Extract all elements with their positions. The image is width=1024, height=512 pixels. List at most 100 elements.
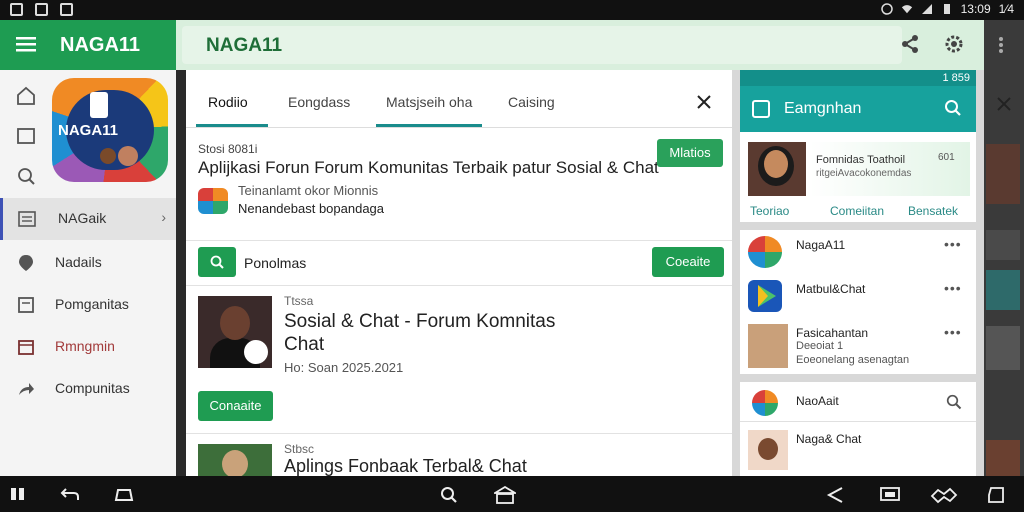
list-item[interactable]: Matbul&Chat ••• xyxy=(740,274,976,320)
title-field[interactable] xyxy=(182,26,902,64)
search-icon[interactable] xyxy=(440,486,458,504)
profile-image xyxy=(748,142,806,196)
card-link[interactable]: Comeiitan xyxy=(830,204,884,218)
sidebar-item-label: Rmngmin xyxy=(55,338,115,354)
status-indicators: 13:09 1⁄4 xyxy=(880,2,1014,16)
menu-icon[interactable] xyxy=(16,36,36,52)
chat-search-header: NaoAait xyxy=(740,382,976,422)
create-button[interactable]: Coeaite xyxy=(652,247,724,277)
more-horiz-icon[interactable]: ••• xyxy=(944,280,962,296)
chat-name: Naga& Chat xyxy=(796,432,862,446)
home-icon[interactable] xyxy=(114,486,134,502)
play-store-icon xyxy=(758,285,776,307)
right-panel-header: Eamgnhan xyxy=(740,86,976,132)
sidebar: NAGA11 NAGaik › Nadails Pomganitas Rmngm… xyxy=(0,70,176,476)
wifi-icon xyxy=(901,5,912,14)
app-name: NAGA11 xyxy=(60,34,141,56)
thumbnail xyxy=(986,270,1020,310)
back-icon[interactable] xyxy=(60,486,80,502)
calendar-icon xyxy=(18,340,34,355)
right-featured-card[interactable]: Fomnidas Toathoil ritgeiAvacokonemdas 60… xyxy=(740,132,976,222)
bookmark-icon[interactable] xyxy=(986,486,1006,504)
forward-arrow-icon xyxy=(19,383,34,395)
tab-eongdass[interactable]: Eongdass xyxy=(288,94,350,110)
page-title: NAGA11 xyxy=(206,35,283,56)
sidebar-item-nadails[interactable]: Nadails xyxy=(0,242,176,284)
more-horiz-icon[interactable]: ••• xyxy=(944,324,962,340)
screen-icon[interactable] xyxy=(880,486,900,502)
featured-description: Nenandebast bopandaga xyxy=(238,201,385,216)
gear-icon[interactable] xyxy=(944,34,964,54)
embedded-status-time: 1 859 xyxy=(942,72,970,84)
card-link[interactable]: Teoriao xyxy=(750,204,789,218)
recents-icon[interactable] xyxy=(10,486,26,502)
post-meta: Ho: Soan 2025.2021 xyxy=(284,360,404,375)
sidebar-item-label: Nadails xyxy=(55,254,102,270)
right-panel: 1 859 Eamgnhan Fomnidas Toathoil ritgeiA… xyxy=(732,70,984,476)
close-icon[interactable] xyxy=(996,96,1012,112)
search-icon[interactable] xyxy=(946,394,962,410)
chevron-right-icon: › xyxy=(161,209,166,225)
featured-badge-button[interactable]: Mlatios xyxy=(657,139,723,167)
more-horiz-icon[interactable]: ••• xyxy=(944,236,962,252)
home-icon[interactable] xyxy=(16,86,36,106)
search-icon[interactable] xyxy=(16,166,36,186)
sidebar-item-label: Compunitas xyxy=(55,380,130,396)
sidebar-item-label: NAGaik xyxy=(58,210,107,226)
tab-matsjseih[interactable]: Matsjseih oha xyxy=(386,94,472,110)
share-icon[interactable] xyxy=(900,34,920,54)
search-button[interactable] xyxy=(198,247,236,277)
post-title: Aplings Fonbaak Terbal& Chat xyxy=(284,456,527,476)
sidebar-item-nagaik[interactable]: NAGaik › xyxy=(0,198,176,240)
post-card[interactable]: Ttssa Sosial & Chat - Forum Komnitas Cha… xyxy=(186,286,732,434)
search-icon xyxy=(210,255,224,269)
search-text[interactable]: Ponolmas xyxy=(244,255,306,271)
post-button[interactable]: Conaaite xyxy=(198,391,273,421)
alarm-icon xyxy=(880,3,893,15)
sidebar-item-label: Pomganitas xyxy=(55,296,129,312)
notification-icon xyxy=(35,3,48,16)
post-card[interactable]: Stbsc Aplings Fonbaak Terbal& Chat xyxy=(186,434,732,478)
avatar xyxy=(748,324,788,368)
logo-text: NAGA11 xyxy=(58,122,119,139)
post-title: Sosial & Chat - Forum Komnitas Chat xyxy=(284,311,556,355)
chat-header-name: NaoAait xyxy=(796,394,839,408)
card-line-2: ritgeiAvacokonemdas xyxy=(816,168,912,179)
post-kicker: Stbsc xyxy=(284,442,315,456)
status-time: 13:09 xyxy=(960,2,991,16)
chat-item[interactable]: Naga& Chat xyxy=(740,426,976,476)
sidebar-item-pomganitas[interactable]: Pomganitas xyxy=(0,284,176,326)
extra-indicator: 1⁄4 xyxy=(998,2,1014,16)
featured-card[interactable]: Stosi 8081i Aplijkasi Forun Forum Komuni… xyxy=(186,128,732,240)
right-panel-title: Eamgnhan xyxy=(784,100,862,117)
thumbnail xyxy=(986,230,1020,260)
chat-bubble-icon[interactable] xyxy=(930,486,958,504)
list-item-name: Fasicahantan xyxy=(796,326,869,340)
featured-logo xyxy=(198,188,228,214)
sidebar-item-rmngmin[interactable]: Rmngmin xyxy=(0,326,176,368)
right-chat-card: NaoAait Naga& Chat xyxy=(740,382,976,476)
featured-headline: Aplijkasi Forun Forum Komunitas Terbaik … xyxy=(198,158,659,177)
close-icon[interactable] xyxy=(696,94,712,110)
sidebar-item-compunitas[interactable]: Compunitas xyxy=(0,368,176,410)
list-item[interactable]: NagaA11 ••• xyxy=(740,230,976,276)
list-item-subtitle: Deeoiat 1 xyxy=(796,340,844,352)
list-item-name: Matbul&Chat xyxy=(796,282,866,296)
card-link[interactable]: Bensatek xyxy=(908,204,958,218)
post-kicker: Ttssa xyxy=(284,294,314,308)
list-item[interactable]: Fasicahantan Deeoiat 1 Eoeonelang asenag… xyxy=(740,318,976,374)
status-notifications xyxy=(10,3,73,16)
tab-indicator xyxy=(376,124,482,127)
image-notification-icon xyxy=(60,3,73,16)
list-item-name: NagaA11 xyxy=(796,238,846,252)
share-icon[interactable] xyxy=(826,486,844,504)
card-line-1: Fomnidas Toathoil xyxy=(816,154,906,166)
more-vert-icon[interactable] xyxy=(998,36,1004,54)
tab-rodiio[interactable]: Rodiio xyxy=(208,94,248,110)
store-icon[interactable] xyxy=(494,486,516,504)
tab-caising[interactable]: Caising xyxy=(508,94,555,110)
system-nav-bar xyxy=(0,476,1024,512)
search-icon[interactable] xyxy=(944,99,962,117)
window-icon[interactable] xyxy=(16,126,36,146)
thumbnail xyxy=(986,326,1020,370)
